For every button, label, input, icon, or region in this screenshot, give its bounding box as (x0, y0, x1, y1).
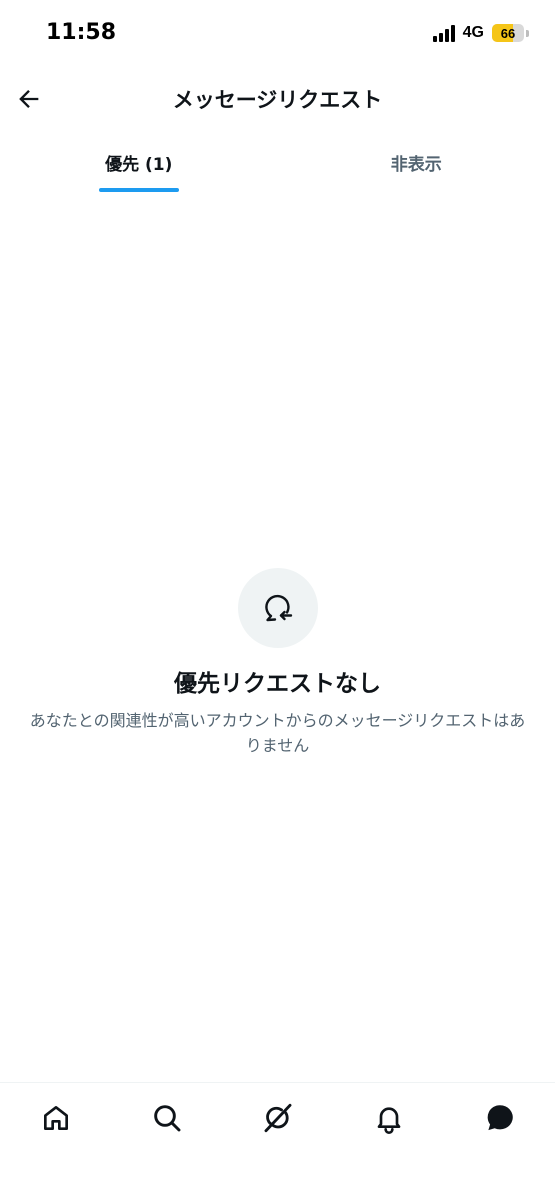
network-label: 4G (462, 24, 484, 41)
tab-bar: 優先 (1) 非表示 (0, 130, 555, 192)
nav-messages[interactable] (472, 1090, 528, 1146)
status-indicators: 4G 66 (432, 24, 529, 42)
message-request-icon (264, 594, 292, 622)
signal-icon (432, 24, 455, 42)
header: メッセージリクエスト (0, 70, 555, 128)
battery-cap (526, 29, 529, 37)
nav-notifications[interactable] (361, 1090, 417, 1146)
empty-state-description: あなたとの関連性が高いアカウントからのメッセージリクエストはありません (29, 711, 526, 755)
tab-active-indicator (98, 188, 179, 192)
status-bar: 11:58 4G 66 (0, 0, 555, 70)
battery-level: 66 (500, 25, 516, 41)
notifications-icon (377, 1107, 400, 1134)
search-icon (153, 1105, 180, 1132)
nav-grok[interactable] (250, 1090, 306, 1146)
messages-icon (487, 1105, 513, 1131)
battery-icon: 66 (492, 24, 524, 42)
tab-hidden-label: 非表示 (390, 155, 442, 175)
nav-home[interactable] (28, 1090, 84, 1146)
tab-priority-label: 優先 (1) (105, 155, 173, 175)
empty-state-icon-circle (237, 568, 318, 648)
home-icon (43, 1106, 68, 1130)
bottom-nav (0, 1082, 555, 1153)
nav-search[interactable] (139, 1090, 195, 1146)
page-title: メッセージリクエスト (172, 88, 383, 112)
empty-state-title: 優先リクエストなし (174, 671, 381, 697)
empty-state: 優先リクエストなし あなたとの関連性が高いアカウントからのメッセージリクエストは… (0, 568, 555, 758)
grok-icon (264, 1103, 291, 1133)
tab-priority[interactable]: 優先 (1) (0, 130, 278, 192)
tab-hidden[interactable]: 非表示 (278, 130, 555, 192)
status-time: 11:58 (46, 20, 117, 45)
